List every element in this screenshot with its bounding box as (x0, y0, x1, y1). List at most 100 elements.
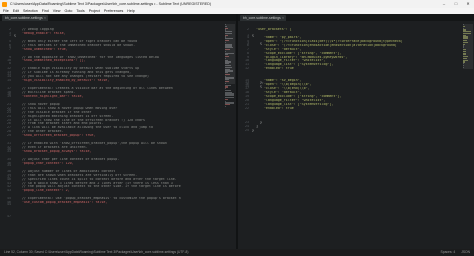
minimize-button[interactable]: – (438, 0, 450, 8)
code-line[interactable]: 19 "content_highlight_bar": false, (0, 95, 224, 99)
right-file-tab[interactable]: bh_core.sublime-settings × (240, 15, 286, 21)
line-text: // So 6 would show 3 lines before and 2 … (14, 181, 173, 185)
line-text: ] (252, 124, 258, 128)
line-text: // this defines if the unmatched bracket… (14, 43, 136, 47)
line-text: // from the bracket start and end points… (14, 122, 104, 126)
line-text: // the visible bracket if the other (14, 110, 92, 114)
line-number: 2 (247, 27, 249, 31)
line-text: // the popup will adjust context to the … (14, 185, 181, 189)
code-line[interactable]: 15 "high_visibility_enabled_by_default":… (0, 79, 224, 83)
line-text: // A link will be available allowing the… (14, 126, 153, 130)
line-text: // the other bracket. (14, 130, 64, 134)
code-line[interactable]: 25} (238, 129, 462, 133)
line-number: 46 (7, 201, 11, 205)
close-window-button[interactable]: ✕ (462, 0, 474, 8)
line-number: 7 (9, 47, 11, 51)
line-text: // Specified lines count is split to con… (14, 177, 177, 181)
sublime-text-icon (2, 1, 7, 7)
code-line[interactable]: 2 "user_brackets": [ (238, 28, 462, 32)
line-text: "name": "py_pairs", (252, 35, 302, 39)
line-text: "close": "(?<=function|endsaction|endsec… (252, 43, 397, 47)
minimap-viewport[interactable] (463, 24, 473, 69)
right-tab-bar: bh_core.sublime-settings × (238, 14, 474, 21)
code-line[interactable]: 3 "debug_enable": false, (0, 32, 224, 36)
indentation-selector[interactable]: Spaces: 4 (441, 249, 456, 256)
line-text: "language_filter": "whitelist", (252, 59, 326, 63)
line-number: 33 (7, 150, 11, 153)
line-number: 10 (7, 59, 11, 63)
left-tab-close-icon[interactable]: × (44, 15, 46, 21)
line-text: // Debug logging (14, 27, 54, 31)
line-number: 12 (245, 67, 249, 71)
line-text: "plugin_library": "BH.modules.pyKeywords… (252, 55, 348, 59)
code-line[interactable]: 7 "show_unmatched": true, (0, 48, 224, 52)
code-line[interactable]: 33 "show_bracket_popup_always": false, (0, 150, 224, 154)
line-text: // Do the opposite of 'show_unmatched' f… (14, 55, 159, 59)
minimap-line (225, 104, 231, 106)
left-minimap[interactable] (225, 24, 235, 144)
line-text: "show_unmatched": true, (14, 47, 68, 51)
line-number: 3 (9, 31, 11, 35)
line-text: "use_custom_popup_bracket_emphasis": fal… (14, 201, 108, 205)
line-number: 29 (7, 134, 11, 138)
line-text: "open": "\\b(begin)\\b", (252, 83, 312, 87)
line-text: "scope_exclude": ["string", "comment"], (252, 94, 342, 98)
line-number: 22 (245, 106, 249, 110)
line-text: "open": "(?<=function|class|def)\\s*(?<i… (252, 39, 403, 43)
line-text: "popup_line_context": 2, (14, 189, 70, 193)
line-text: // Show hover popup (14, 102, 60, 106)
line-text: } (252, 120, 262, 124)
left-editor-pane: bh_core.sublime-settings × 1{2 // Debug … (0, 14, 236, 249)
line-number: 47 (7, 215, 11, 219)
code-line[interactable]: 22 "enabled": true (238, 107, 462, 111)
left-code-area[interactable]: 1{2 // Debug logging 3 "debug_enable": fa… (0, 24, 224, 249)
line-text: "scope_exclude": ["string", "comment"], (252, 51, 342, 55)
line-text: // If enabled with 'show_offscreen_brack… (14, 142, 167, 146)
line-text: "popup_char_context": 120, (14, 161, 74, 165)
line-text: "name": "sv_begin", (252, 79, 302, 83)
code-line[interactable]: 46 "use_custom_popup_bracket_emphasis": … (0, 201, 224, 205)
minimap-viewport[interactable] (225, 24, 235, 84)
line-number: 19 (7, 94, 11, 98)
line-text: // that are shown when brackets are vert… (14, 173, 138, 177)
line-text: } (252, 128, 254, 132)
code-line[interactable]: 36 "popup_char_context": 120, (0, 162, 224, 166)
left-tab-bar: bh_core.sublime-settings × (0, 14, 236, 21)
title-bar: C:\Users\user\AppData\Roaming\Sublime Te… (0, 0, 474, 8)
line-number: 15 (7, 79, 11, 83)
code-line[interactable]: 10 "show_unmatched_exceptions": [], (0, 59, 224, 63)
line-text: "debug_enable": false, (14, 31, 66, 35)
line-text: // When only either the left or right br… (14, 39, 138, 43)
minimap-line (225, 105, 226, 108)
line-text: // Experimental: Use 'popup_bracket_emph… (14, 197, 181, 201)
right-editor-pane: bh_core.sublime-settings × 1{2 "user_bra… (238, 14, 474, 249)
left-file-tab[interactable]: bh_core.sublime-settings × (2, 15, 48, 21)
code-line[interactable]: 43 "popup_line_context": 2, (0, 189, 224, 193)
line-text: "content_highlight_bar": false, (14, 94, 84, 98)
line-text: "language_list": ["SystemVerilog"], (252, 63, 334, 67)
right-code-area[interactable]: 1{2 "user_brackets": [3 {4 "name": "py_p… (238, 24, 462, 249)
line-text: // Enable high visibility by default whe… (14, 67, 140, 71)
left-tab-label: bh_core.sublime-settings (5, 16, 43, 20)
line-text: // Adjust char per line context of brack… (14, 157, 120, 161)
line-number: 25 (245, 128, 249, 132)
line-text: // Experimental: Creates a visible bar a… (14, 87, 173, 90)
right-tab-label: bh_core.sublime-settings (243, 16, 281, 20)
line-text: // you will not see any changes (restart… (14, 75, 149, 79)
line-text: "show_bracket_popup_always": false, (14, 150, 92, 153)
code-line[interactable]: 12 "enabled": true (238, 67, 462, 71)
line-text: "language_filter": "whitelist", (252, 98, 326, 102)
line-text: // This will show a hover popup when mov… (14, 106, 118, 110)
right-minimap[interactable] (463, 24, 473, 144)
line-text: // Adjust number of lines of additional … (14, 169, 116, 173)
line-text: // It will show the line of the offscree… (14, 118, 146, 122)
line-text: "enabled": true (252, 106, 294, 110)
code-line[interactable]: 47 (0, 215, 224, 219)
maximize-button[interactable]: □ (450, 0, 462, 8)
syntax-selector[interactable]: JSON (461, 249, 470, 256)
status-bar: Line 52, Column 30; Saved C:\Users\user\… (0, 249, 474, 256)
code-line[interactable]: 29 "show_offscreen_bracket_popup": true, (0, 134, 224, 138)
status-message: Line 52, Column 30; Saved C:\Users\user\… (4, 250, 189, 254)
right-tab-close-icon[interactable]: × (282, 15, 284, 21)
line-text: // even if brackets are unscreen. (14, 146, 88, 150)
